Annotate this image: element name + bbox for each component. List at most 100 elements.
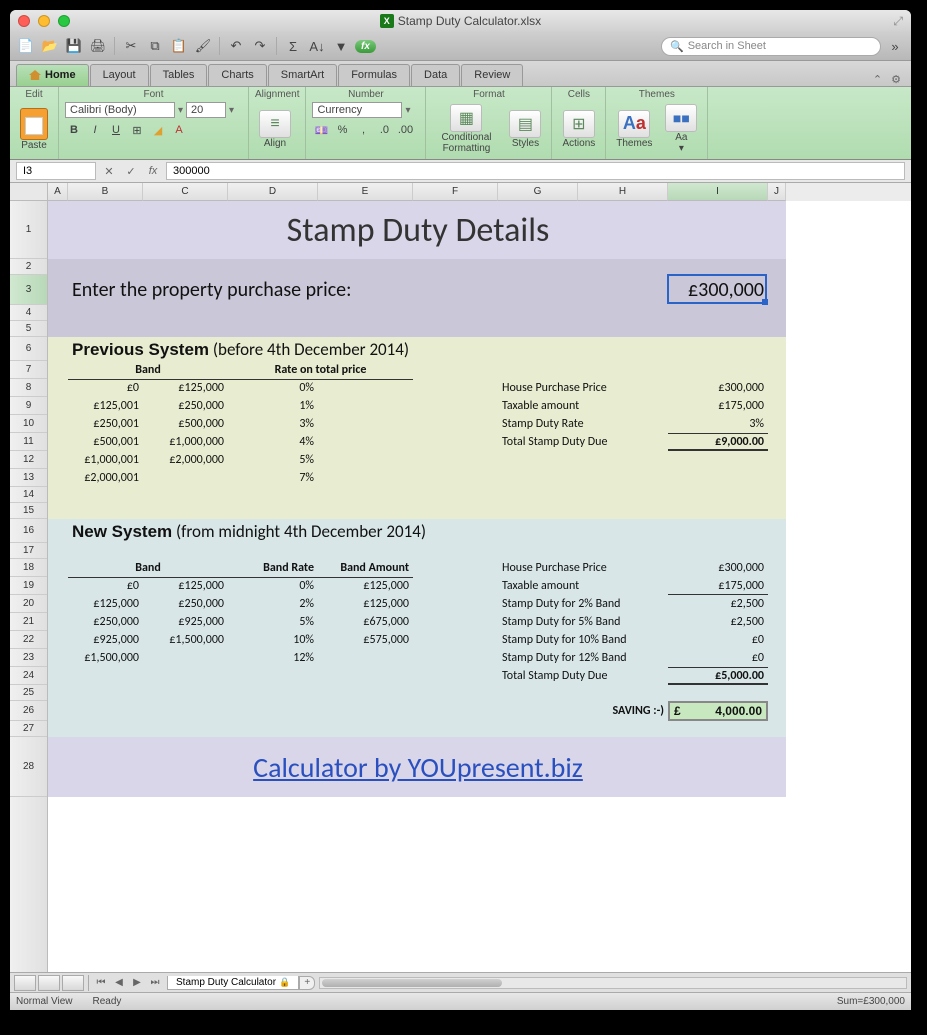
row-header-23[interactable]: 23	[10, 649, 47, 667]
col-header-C[interactable]: C	[143, 183, 228, 201]
cancel-formula-icon[interactable]: ✕	[100, 162, 118, 180]
col-header-H[interactable]: H	[578, 183, 668, 201]
row-header-19[interactable]: 19	[10, 577, 47, 595]
row-header-28[interactable]: 28	[10, 737, 47, 797]
copy-icon[interactable]: ⧉	[145, 36, 165, 56]
styles-button[interactable]: ▤ Styles	[505, 108, 545, 151]
tab-layout[interactable]: Layout	[90, 64, 149, 86]
tab-charts[interactable]: Charts	[208, 64, 266, 86]
last-sheet-icon[interactable]: ⏭	[147, 977, 163, 988]
col-header-J[interactable]: J	[768, 183, 786, 201]
print-icon[interactable]: 🖨	[88, 36, 108, 56]
row-header-9[interactable]: 9	[10, 397, 47, 415]
tab-smartart[interactable]: SmartArt	[268, 64, 337, 86]
sheet-tab[interactable]: Stamp Duty Calculator 🔒	[167, 976, 299, 990]
row-header-26[interactable]: 26	[10, 701, 47, 721]
row-header-2[interactable]: 2	[10, 259, 47, 275]
page-layout-view-button[interactable]	[38, 975, 60, 991]
italic-button[interactable]: I	[86, 121, 104, 139]
redo-icon[interactable]: ↷	[250, 36, 270, 56]
format-painter-icon[interactable]: 🖌	[193, 36, 213, 56]
new-icon[interactable]: 📄	[16, 36, 36, 56]
col-header-B[interactable]: B	[68, 183, 143, 201]
scrollbar-thumb[interactable]	[322, 979, 502, 987]
first-sheet-icon[interactable]: ⏮	[93, 977, 109, 988]
search-input[interactable]: 🔍 Search in Sheet	[661, 37, 881, 56]
currency-button[interactable]: 💷	[312, 121, 330, 139]
row-header-8[interactable]: 8	[10, 379, 47, 397]
themes-button[interactable]: Aa Themes	[612, 108, 656, 151]
row-header-13[interactable]: 13	[10, 469, 47, 487]
settings-icon[interactable]: ⚙	[887, 73, 905, 86]
tab-formulas[interactable]: Formulas	[338, 64, 410, 86]
align-button[interactable]: ≡ Align	[255, 108, 295, 151]
font-name-select[interactable]: Calibri (Body)	[65, 102, 175, 118]
row-header-11[interactable]: 11	[10, 433, 47, 451]
fx-pill-icon[interactable]: fx	[355, 40, 376, 53]
cut-icon[interactable]: ✂	[121, 36, 141, 56]
row-header-14[interactable]: 14	[10, 487, 47, 503]
expand-icon[interactable]: ⤢	[893, 14, 903, 29]
row-header-22[interactable]: 22	[10, 631, 47, 649]
actions-button[interactable]: ⊞ Actions	[558, 108, 599, 151]
number-format-select[interactable]: Currency	[312, 102, 402, 118]
row-header-7[interactable]: 7	[10, 361, 47, 379]
row-header-16[interactable]: 16	[10, 519, 47, 543]
select-all-corner[interactable]	[10, 183, 48, 201]
row-header-18[interactable]: 18	[10, 559, 47, 577]
minimize-icon[interactable]	[38, 15, 50, 27]
conditional-formatting-button[interactable]: ▦ Conditional Formatting	[432, 102, 500, 156]
col-header-E[interactable]: E	[318, 183, 413, 201]
zoom-icon[interactable]	[58, 15, 70, 27]
normal-view-button[interactable]	[14, 975, 36, 991]
row-header-17[interactable]: 17	[10, 543, 47, 559]
paste-icon[interactable]: 📋	[169, 36, 189, 56]
filter-icon[interactable]: ▼	[331, 36, 351, 56]
prev-sheet-icon[interactable]: ◀	[111, 977, 127, 988]
horizontal-scrollbar[interactable]	[319, 977, 907, 989]
col-header-G[interactable]: G	[498, 183, 578, 201]
col-header-I[interactable]: I	[668, 183, 768, 201]
theme-fonts-button[interactable]: ■■ Aa▾	[661, 102, 701, 156]
tab-tables[interactable]: Tables	[150, 64, 208, 86]
font-color-button[interactable]: A	[170, 121, 188, 139]
row-header-6[interactable]: 6	[10, 337, 47, 361]
row-header-1[interactable]: 1	[10, 201, 47, 259]
open-icon[interactable]: 📂	[40, 36, 60, 56]
border-button[interactable]: ⊞	[128, 121, 146, 139]
row-header-3[interactable]: 3	[10, 275, 47, 305]
row-header-25[interactable]: 25	[10, 685, 47, 701]
tab-review[interactable]: Review	[461, 64, 523, 86]
fill-color-button[interactable]: ◢	[149, 121, 167, 139]
row-header-27[interactable]: 27	[10, 721, 47, 737]
undo-icon[interactable]: ↶	[226, 36, 246, 56]
row-header-10[interactable]: 10	[10, 415, 47, 433]
tab-home[interactable]: Home	[16, 64, 89, 86]
fx-icon[interactable]: fx	[144, 162, 162, 180]
row-header-4[interactable]: 4	[10, 305, 47, 321]
accept-formula-icon[interactable]: ✓	[122, 162, 140, 180]
increase-decimal-button[interactable]: .00	[396, 121, 414, 139]
page-break-view-button[interactable]	[62, 975, 84, 991]
row-header-15[interactable]: 15	[10, 503, 47, 519]
row-header-24[interactable]: 24	[10, 667, 47, 685]
tab-data[interactable]: Data	[411, 64, 460, 86]
col-header-A[interactable]: A	[48, 183, 68, 201]
add-sheet-button[interactable]: +	[299, 976, 315, 990]
spreadsheet-grid[interactable]: 1234567891011121314151617181920212223242…	[10, 201, 911, 972]
row-header-5[interactable]: 5	[10, 321, 47, 337]
font-size-select[interactable]: 20	[186, 102, 226, 118]
bold-button[interactable]: B	[65, 121, 83, 139]
save-icon[interactable]: 💾	[64, 36, 84, 56]
decrease-decimal-button[interactable]: .0	[375, 121, 393, 139]
footer-link[interactable]: Calculator by YOUpresent.biz	[68, 737, 768, 797]
more-icon[interactable]: »	[885, 36, 905, 56]
row-header-21[interactable]: 21	[10, 613, 47, 631]
autosum-icon[interactable]: Σ	[283, 36, 303, 56]
row-header-20[interactable]: 20	[10, 595, 47, 613]
underline-button[interactable]: U	[107, 121, 125, 139]
paste-button[interactable]: Paste	[16, 106, 52, 153]
collapse-ribbon-icon[interactable]: ⌃	[869, 73, 886, 86]
close-icon[interactable]	[18, 15, 30, 27]
formula-input[interactable]: 300000	[166, 162, 905, 180]
